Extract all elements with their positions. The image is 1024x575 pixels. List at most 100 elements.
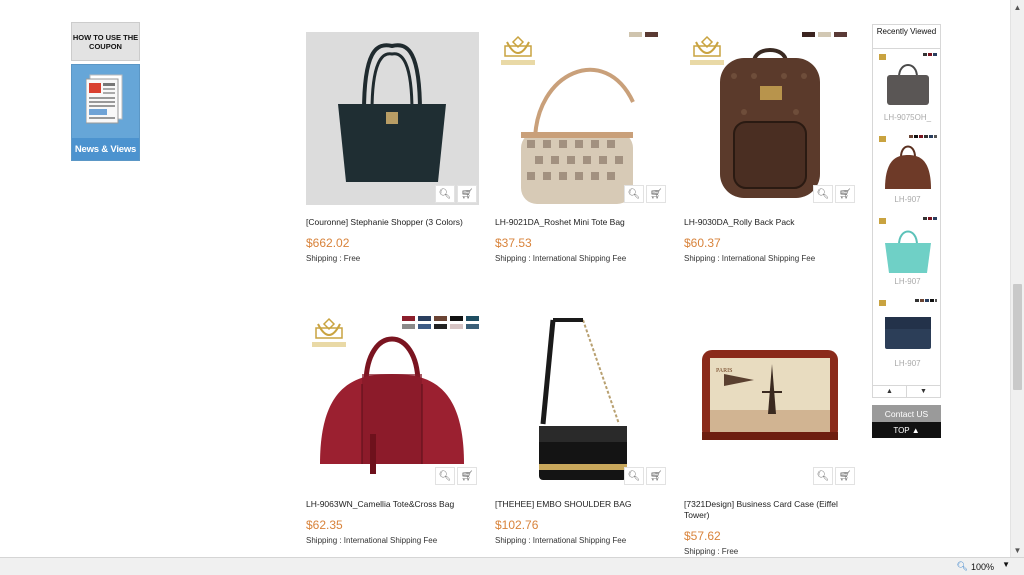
recent-next-button[interactable]: ▼: [906, 386, 940, 397]
product-card[interactable]: 🔍︎ 🛒︎ [THEHEE] EMBO SHOULDER BAG $102.76…: [495, 314, 668, 545]
product-card[interactable]: 🔍︎ 🛒︎ [Couronne] Stephanie Shopper (3 Co…: [306, 32, 479, 263]
news-views-banner[interactable]: News & Views: [71, 64, 140, 161]
zoom-button[interactable]: 🔍︎: [435, 185, 455, 203]
recent-item-thumbnail[interactable]: [879, 217, 937, 275]
product-name[interactable]: [7321Design] Business Card Case (Eiffel …: [684, 499, 857, 521]
product-card[interactable]: 🔍︎ 🛒︎ LH-9021DA_Roshet Mini Tote Bag $37…: [495, 32, 668, 263]
back-to-top-button[interactable]: TOP ▲: [872, 422, 941, 438]
color-swatch[interactable]: [418, 316, 431, 321]
zoom-button[interactable]: 🔍︎: [813, 467, 833, 485]
recent-item-code[interactable]: LH-907: [876, 277, 939, 286]
add-to-cart-button[interactable]: 🛒︎: [457, 185, 477, 203]
product-shipping: Shipping : Free: [306, 254, 361, 263]
product-name[interactable]: [THEHEE] EMBO SHOULDER BAG: [495, 499, 668, 510]
recent-item[interactable]: LH-907: [876, 217, 939, 286]
vertical-scrollbar[interactable]: ▲ ▼: [1010, 0, 1024, 557]
color-swatch[interactable]: [834, 32, 847, 37]
product-image[interactable]: 🔍︎ 🛒︎: [306, 32, 479, 205]
color-swatch[interactable]: [402, 316, 415, 321]
recently-viewed-title: Recently Viewed: [873, 25, 940, 49]
lovely-heart-logo: [501, 35, 535, 65]
recent-item[interactable]: LH-9075OH_: [876, 53, 939, 122]
zoom-button[interactable]: 🔍︎: [624, 185, 644, 203]
product-image[interactable]: 🔍︎ 🛒︎: [306, 314, 479, 487]
magnifier-icon: 🔍︎: [438, 470, 452, 482]
zoom-icon: 🔍︎: [956, 561, 968, 571]
product-image[interactable]: 🔍︎ 🛒︎: [495, 32, 668, 205]
color-swatch[interactable]: [645, 32, 658, 37]
product-price: $662.02: [306, 236, 350, 250]
product-shipping: Shipping : International Shipping Fee: [306, 536, 438, 545]
cart-icon: 🛒︎: [649, 470, 663, 482]
product-name[interactable]: LH-9030DA_Rolly Back Pack: [684, 217, 857, 228]
recent-item-code[interactable]: LH-9075OH_: [876, 113, 939, 122]
scrollbar-thumb[interactable]: [1013, 284, 1022, 390]
color-swatch[interactable]: [418, 324, 431, 329]
magnifier-icon: 🔍︎: [627, 188, 641, 200]
add-to-cart-button[interactable]: 🛒︎: [835, 185, 855, 203]
shopper-bag-image: [338, 43, 446, 182]
recent-item-image: [879, 217, 937, 273]
recent-item-image: [879, 135, 937, 189]
arrow-up-icon: ▲: [1013, 2, 1022, 12]
chevron-up-icon: ▲: [886, 388, 893, 395]
cart-icon: 🛒︎: [460, 188, 474, 200]
add-to-cart-button[interactable]: 🛒︎: [646, 185, 666, 203]
color-swatch[interactable]: [802, 32, 815, 37]
zoom-control[interactable]: 🔍︎ 100%: [957, 561, 994, 572]
recent-item-thumbnail[interactable]: [879, 299, 937, 357]
product-image[interactable]: 🔍︎ 🛒︎: [684, 32, 857, 205]
color-swatch[interactable]: [450, 316, 463, 321]
zoom-level: 100%: [970, 561, 994, 572]
scroll-down-arrow[interactable]: ▼: [1011, 543, 1024, 557]
news-views-label: News & Views: [72, 138, 139, 160]
color-swatch[interactable]: [434, 316, 447, 321]
zoom-button[interactable]: 🔍︎: [624, 467, 644, 485]
recent-item[interactable]: LH-907: [876, 135, 939, 204]
product-name[interactable]: [Couronne] Stephanie Shopper (3 Colors): [306, 217, 479, 228]
recent-prev-button[interactable]: ▲: [873, 386, 906, 397]
add-to-cart-button[interactable]: 🛒︎: [646, 467, 666, 485]
cart-icon: 🛒︎: [460, 470, 474, 482]
add-to-cart-button[interactable]: 🛒︎: [457, 467, 477, 485]
color-swatch[interactable]: [466, 316, 479, 321]
scroll-up-arrow[interactable]: ▲: [1011, 0, 1024, 14]
color-swatch[interactable]: [402, 324, 415, 329]
coupon-guide-banner[interactable]: HOW TO USE THE COUPON: [71, 22, 140, 61]
lovely-heart-logo: [690, 35, 724, 65]
product-price: $60.37: [684, 236, 721, 250]
product-price: $62.35: [306, 518, 343, 532]
product-card[interactable]: 🔍︎ 🛒︎ LH-9030DA_Rolly Back Pack $60.37 S…: [684, 32, 857, 263]
recent-item-code[interactable]: LH-907: [876, 359, 939, 368]
newspaper-icon: [86, 74, 123, 124]
color-swatch[interactable]: [450, 324, 463, 329]
color-swatch[interactable]: [434, 324, 447, 329]
shoulder-bag-image: [539, 318, 627, 480]
product-name[interactable]: LH-9021DA_Roshet Mini Tote Bag: [495, 217, 668, 228]
zoom-button[interactable]: 🔍︎: [435, 467, 455, 485]
magnifier-icon: 🔍︎: [816, 188, 830, 200]
product-shipping: Shipping : International Shipping Fee: [495, 536, 627, 545]
lovely-heart-logo: [312, 317, 346, 347]
color-swatch[interactable]: [629, 32, 642, 37]
zoom-dropdown-arrow[interactable]: ▼: [1002, 560, 1010, 569]
contact-us-button[interactable]: Contact US: [872, 405, 941, 422]
coupon-guide-label: HOW TO USE THE COUPON: [72, 32, 139, 51]
color-swatch[interactable]: [466, 324, 479, 329]
zoom-button[interactable]: 🔍︎: [813, 185, 833, 203]
recent-item-code[interactable]: LH-907: [876, 195, 939, 204]
product-card[interactable]: 🔍︎ 🛒︎ LH-9063WN_Camellia Tote&Cross Bag …: [306, 314, 479, 545]
product-card[interactable]: PARIS 🔍︎ 🛒︎ [7321Design] Business Card C…: [684, 314, 857, 556]
card-case-image: PARIS: [702, 350, 838, 440]
product-image[interactable]: 🔍︎ 🛒︎: [495, 314, 668, 487]
product-price: $102.76: [495, 518, 539, 532]
color-swatch[interactable]: [818, 32, 831, 37]
product-image[interactable]: PARIS 🔍︎ 🛒︎: [684, 314, 857, 487]
cart-icon: 🛒︎: [649, 188, 663, 200]
recent-item[interactable]: LH-907: [876, 299, 939, 368]
product-name[interactable]: LH-9063WN_Camellia Tote&Cross Bag: [306, 499, 479, 510]
recent-item-thumbnail[interactable]: [879, 53, 937, 111]
recent-item-thumbnail[interactable]: [879, 135, 937, 193]
add-to-cart-button[interactable]: 🛒︎: [835, 467, 855, 485]
recent-item-image: [879, 53, 937, 105]
